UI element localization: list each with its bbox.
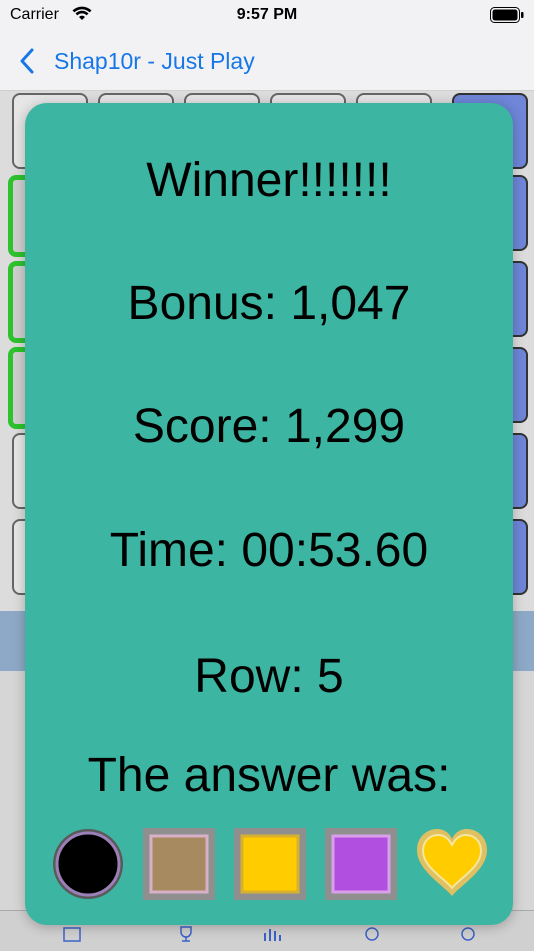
square-icon xyxy=(234,828,306,900)
bonus-text: Bonus: 1,047 xyxy=(127,277,411,330)
answer-row xyxy=(25,826,513,902)
trophy-tab-icon[interactable] xyxy=(176,925,196,943)
square-icon xyxy=(143,828,215,900)
stats-tab-icon[interactable] xyxy=(262,925,282,943)
winner-dialog: Winner!!!!!!! Bonus: 1,047 Score: 1,299 … xyxy=(25,103,513,925)
navigation-bar: Shap10r - Just Play xyxy=(0,32,534,91)
time-text: Time: 00:53.60 xyxy=(109,524,429,577)
status-time: 9:57 PM xyxy=(236,6,298,23)
back-chevron-icon xyxy=(20,48,34,74)
help-tab-icon[interactable] xyxy=(458,925,478,943)
status-bar: Carrier 9:57 PM xyxy=(0,0,534,32)
back-button[interactable]: Shap10r - Just Play xyxy=(18,44,255,78)
answer-label: The answer was: xyxy=(87,749,451,802)
square-icon xyxy=(325,828,397,900)
row-text: Row: 5 xyxy=(194,650,344,703)
battery-icon xyxy=(490,7,524,23)
score-text: Score: 1,299 xyxy=(132,400,406,453)
winner-title: Winner!!!!!!! xyxy=(146,154,392,207)
nav-back-title: Shap10r - Just Play xyxy=(54,47,255,74)
settings-tab-icon[interactable] xyxy=(362,925,382,943)
new-game-tab-icon[interactable] xyxy=(62,925,82,943)
heart-icon xyxy=(417,829,487,896)
circle-icon xyxy=(53,829,123,899)
